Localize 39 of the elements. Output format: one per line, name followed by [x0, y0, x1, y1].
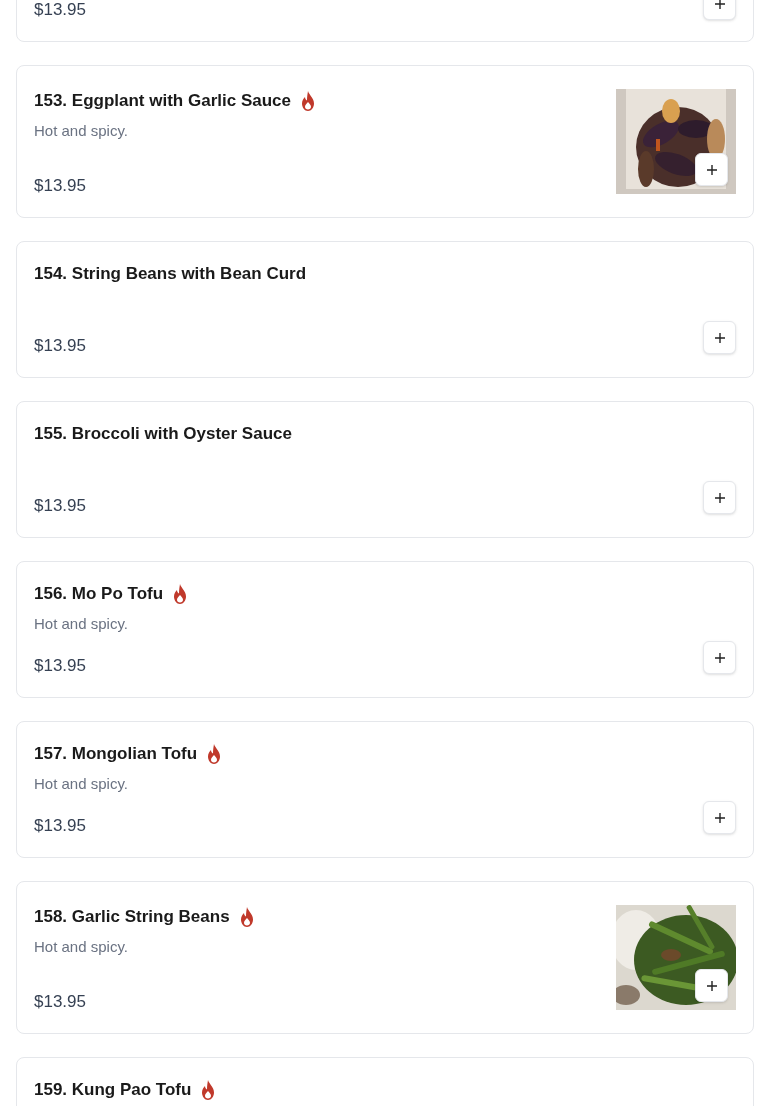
item-title: 153. Eggplant with Garlic Sauce [34, 90, 291, 113]
item-description: Hot and spicy. [34, 775, 128, 792]
add-button[interactable] [703, 481, 736, 514]
item-description: Hot and spicy. [34, 938, 128, 955]
menu-card[interactable]: 153. Eggplant with Garlic Sauce Hot and spicy. $13.95 [16, 65, 754, 218]
price: $13.95 [34, 992, 86, 1011]
menu-card[interactable]: 155. Broccoli with Oyster Sauce $13.95 [16, 401, 754, 538]
menu-card[interactable]: 159. Kung Pao Tofu [16, 1057, 754, 1106]
add-button[interactable] [695, 969, 728, 1002]
plus-icon [713, 331, 726, 344]
menu-card[interactable]: 156. Mo Po Tofu Hot and spicy. $13.95 [16, 561, 754, 698]
plus-icon [713, 811, 726, 824]
item-title: 154. String Beans with Bean Curd [34, 263, 307, 286]
add-button[interactable] [703, 321, 736, 354]
price: $13.95 [34, 816, 86, 835]
item-title: 156. Mo Po Tofu [34, 583, 164, 606]
plus-icon [713, 0, 726, 10]
add-button[interactable] [703, 801, 736, 834]
menu-card[interactable]: 154. String Beans with Bean Curd $13.95 [16, 241, 754, 378]
item-title: 157. Mongolian Tofu [34, 743, 198, 766]
add-button[interactable] [703, 641, 736, 674]
price: $13.95 [34, 0, 86, 20]
item-title: 155. Broccoli with Oyster Sauce [34, 423, 292, 446]
plus-icon [713, 651, 726, 664]
plus-icon [705, 979, 718, 992]
item-title: 159. Kung Pao Tofu [34, 1079, 192, 1102]
menu-card[interactable]: 157. Mongolian Tofu Hot and spicy. $13.95 [16, 721, 754, 858]
menu-card[interactable]: 158. Garlic String Beans Hot and spicy. $13.95 [16, 881, 754, 1034]
add-button[interactable] [695, 153, 728, 186]
item-title: 158. Garlic String Beans [34, 906, 230, 929]
price: $13.95 [34, 496, 86, 515]
price: $13.95 [34, 336, 86, 355]
plus-icon [713, 491, 726, 504]
price: $13.95 [34, 176, 86, 195]
price: $13.95 [34, 656, 86, 675]
plus-icon [705, 163, 718, 176]
item-description: Hot and spicy. [34, 615, 128, 632]
item-description: Hot and spicy. [34, 122, 128, 139]
menu-card[interactable]: $13.95 [16, 0, 754, 42]
